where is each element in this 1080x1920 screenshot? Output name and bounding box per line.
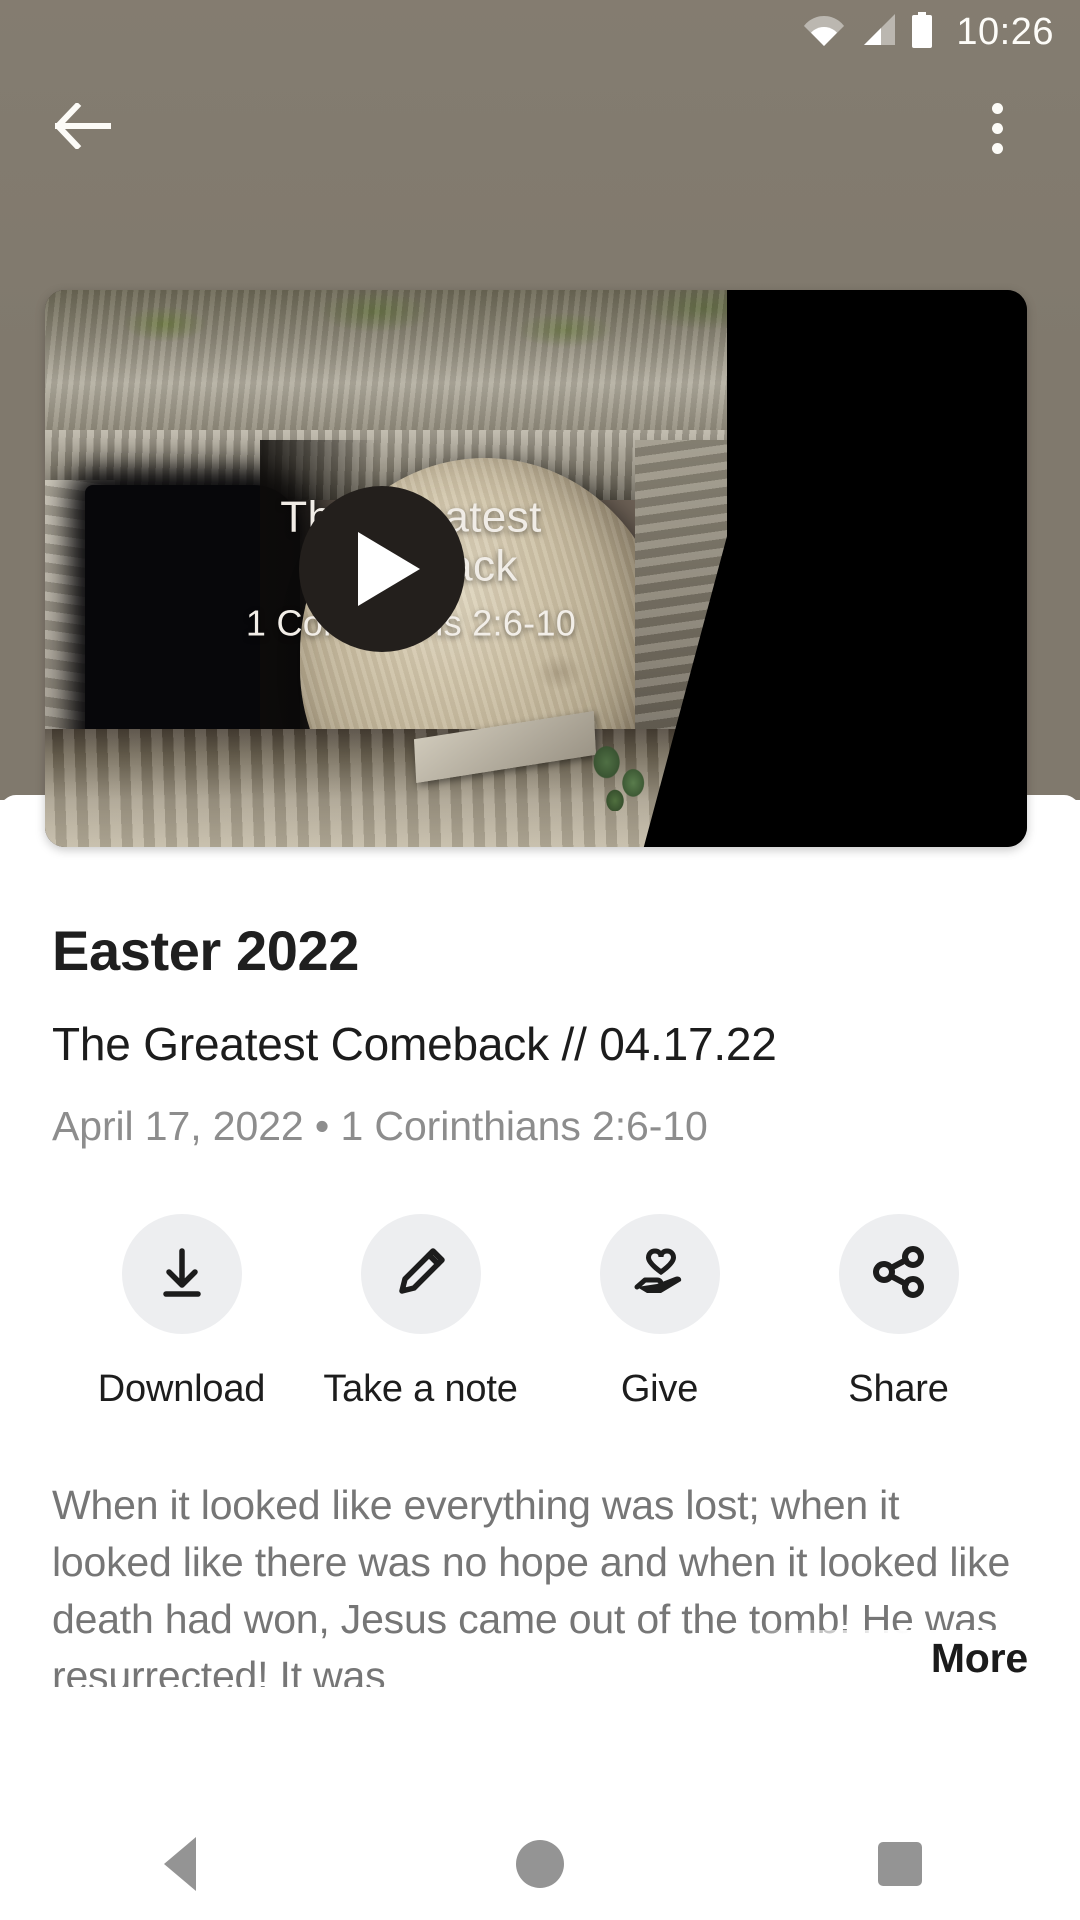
play-button[interactable]: [299, 485, 465, 652]
details-sheet: Easter 2022 The Greatest Comeback // 04.…: [0, 795, 1080, 1920]
message-meta: April 17, 2022 • 1 Corinthians 2:6-10: [52, 1103, 708, 1150]
system-navigation-bar: [0, 1808, 1080, 1920]
give-button[interactable]: [599, 1214, 720, 1335]
more-link[interactable]: More: [931, 1635, 1028, 1682]
overflow-menu-icon: [991, 102, 1003, 154]
nav-recents-icon: [878, 1842, 922, 1886]
share-icon: [870, 1243, 928, 1306]
hand-heart-icon: [631, 1243, 689, 1306]
nav-home-button[interactable]: [465, 1808, 615, 1920]
pencil-icon: [392, 1243, 450, 1306]
video-thumbnail-card[interactable]: The Greatest Comeback 1 Corinthians 2:6-…: [45, 290, 1027, 847]
cellular-signal-icon: [857, 13, 897, 51]
note-label: Take a note: [323, 1368, 518, 1411]
download-icon: [153, 1243, 211, 1306]
nav-recents-button[interactable]: [825, 1808, 975, 1920]
overflow-menu-button[interactable]: [958, 89, 1036, 167]
give-label: Give: [620, 1368, 699, 1411]
download-action[interactable]: Download: [62, 1214, 301, 1411]
action-row: Download Take a note Give Share: [52, 1214, 1028, 1411]
battery-icon: [910, 11, 934, 53]
play-icon: [358, 531, 420, 606]
download-button[interactable]: [121, 1214, 242, 1335]
back-arrow-icon: [53, 101, 112, 154]
status-bar-clock: 10:26: [956, 11, 1054, 53]
app-screen: 10:26 Greatest 1 2:6-10 Easter 2022 The …: [0, 0, 1080, 1920]
nav-home-icon: [516, 1840, 564, 1888]
description-text: When it looked like everything was lost;…: [52, 1482, 1011, 1688]
nav-back-icon: [164, 1837, 196, 1891]
message-title: The Greatest Comeback // 04.17.22: [52, 1017, 777, 1070]
wifi-icon: [804, 13, 845, 51]
take-note-button[interactable]: [360, 1214, 481, 1335]
share-label: Share: [848, 1368, 949, 1411]
status-bar: 10:26: [0, 0, 1080, 64]
app-bar: [0, 72, 1080, 184]
nav-back-button[interactable]: [105, 1808, 255, 1920]
share-button[interactable]: [838, 1214, 959, 1335]
description-block: When it looked like everything was lost;…: [52, 1477, 1028, 1688]
note-action[interactable]: Take a note: [301, 1214, 540, 1411]
download-label: Download: [97, 1368, 266, 1411]
back-button[interactable]: [44, 89, 122, 167]
share-action[interactable]: Share: [779, 1214, 1018, 1411]
give-action[interactable]: Give: [540, 1214, 779, 1411]
series-title: Easter 2022: [52, 919, 359, 982]
